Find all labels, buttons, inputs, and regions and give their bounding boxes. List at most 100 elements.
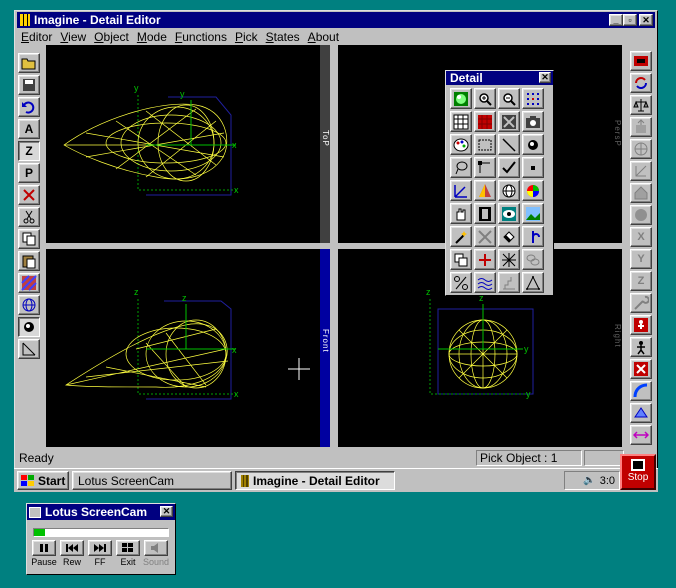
figure-red-button[interactable] [630, 315, 652, 335]
check-tool-button[interactable] [498, 157, 520, 178]
figure-button[interactable] [630, 337, 652, 357]
viewport-front-strip[interactable]: Front [320, 249, 330, 447]
viewport-persp-strip[interactable]: PersP [612, 45, 622, 243]
menu-pick[interactable]: Pick [231, 30, 262, 44]
color-wheel-tool-button[interactable] [522, 180, 544, 201]
dots-tool-button[interactable] [522, 88, 544, 109]
landscape-tool-button[interactable] [522, 203, 544, 224]
point-tool-button[interactable] [522, 157, 544, 178]
cone-tool-button[interactable] [474, 180, 496, 201]
arrows-button[interactable] [630, 425, 652, 445]
record-button[interactable] [630, 51, 652, 71]
shaded-sphere-tool-button[interactable] [450, 88, 472, 109]
pause-button[interactable]: Pause [31, 540, 57, 567]
eye-tool-button[interactable] [498, 203, 520, 224]
open-button[interactable] [18, 53, 40, 73]
grid-tool-button[interactable] [450, 111, 472, 132]
app-icon[interactable] [20, 14, 30, 26]
exit-button[interactable]: Exit [115, 540, 141, 567]
speaker-icon[interactable]: 🔈 [583, 475, 595, 486]
globe-tool-button[interactable] [498, 180, 520, 201]
chain-tool-button[interactable] [522, 249, 544, 270]
zoom-out-tool-button[interactable] [498, 88, 520, 109]
close-button[interactable]: ✕ [639, 14, 653, 26]
stop-button[interactable]: Stop [620, 454, 656, 490]
axis-tool-button[interactable] [450, 180, 472, 201]
menu-mode[interactable]: Mode [133, 30, 171, 44]
delete-button[interactable] [18, 185, 40, 205]
rewind-button[interactable]: Rew [59, 540, 85, 567]
percent-tool-button[interactable] [450, 272, 472, 293]
sphere-button[interactable] [18, 295, 40, 315]
detail-close-button[interactable]: ✕ [539, 72, 551, 83]
scale-button[interactable] [630, 95, 652, 115]
lasso-tool-button[interactable] [450, 157, 472, 178]
line-tool-button[interactable] [498, 134, 520, 155]
menu-states[interactable]: States [262, 30, 304, 44]
axis-z-button[interactable]: Z [630, 271, 652, 291]
task-screencam[interactable]: Lotus ScreenCam [72, 471, 232, 490]
fast-forward-button[interactable]: FF [87, 540, 113, 567]
mode-z-button[interactable]: Z [18, 141, 40, 161]
detail-title-bar[interactable]: Detail ✕ [446, 71, 553, 85]
curve-button[interactable] [630, 381, 652, 401]
fill-tool-button[interactable] [498, 226, 520, 247]
triangle-tool-button[interactable] [522, 272, 544, 293]
plane-button[interactable] [630, 403, 652, 423]
node-tool-button[interactable] [474, 157, 496, 178]
sphere-tool-button[interactable] [630, 139, 652, 159]
plus-tool-button[interactable] [474, 249, 496, 270]
wrench-button[interactable] [630, 293, 652, 313]
viewport-front[interactable]: z z x x [46, 249, 320, 447]
palette-tool-button[interactable] [450, 134, 472, 155]
menu-editor[interactable]: Editor [17, 30, 56, 44]
viewport-top[interactable]: y y x x [46, 45, 320, 243]
film-tool-button[interactable] [474, 203, 496, 224]
viewport-top-strip[interactable]: ToP [320, 45, 330, 243]
magic-tool-button[interactable] [450, 226, 472, 247]
menu-functions[interactable]: Functions [171, 30, 231, 44]
minimize-button[interactable]: _ [609, 14, 623, 26]
red-square-tool-button[interactable] [474, 111, 496, 132]
star-tool-button[interactable] [498, 249, 520, 270]
screencam-title-bar[interactable]: Lotus ScreenCam ✕ [27, 504, 175, 520]
menu-view[interactable]: View [56, 30, 90, 44]
rotate-button[interactable] [630, 73, 652, 93]
stairs-tool-button[interactable] [498, 272, 520, 293]
paste-button[interactable] [18, 251, 40, 271]
merge-tool-button[interactable] [522, 226, 544, 247]
move-button[interactable] [630, 117, 652, 137]
axis-y-button[interactable]: Y [630, 249, 652, 269]
start-button[interactable]: Start [17, 471, 69, 490]
menu-object[interactable]: Object [90, 30, 133, 44]
task-imagine[interactable]: Imagine - Detail Editor [235, 471, 395, 490]
menu-about[interactable]: About [304, 30, 343, 44]
select-box-tool-button[interactable] [474, 134, 496, 155]
axis-x-button[interactable]: X [630, 227, 652, 247]
circle-fill-tool-button[interactable] [522, 134, 544, 155]
x-red-button[interactable] [630, 359, 652, 379]
copy-button[interactable] [18, 229, 40, 249]
maximize-button[interactable]: ▫ [623, 14, 637, 26]
circle-button[interactable] [18, 317, 40, 337]
save-button[interactable] [18, 75, 40, 95]
texture-button[interactable] [18, 273, 40, 293]
undo-button[interactable] [18, 97, 40, 117]
tools-tool-button[interactable] [474, 226, 496, 247]
mode-a-button[interactable]: A [18, 119, 40, 139]
ball-button[interactable] [630, 205, 652, 225]
title-bar[interactable]: Imagine - Detail Editor _ ▫ ✕ [17, 12, 655, 28]
waves-tool-button[interactable] [474, 272, 496, 293]
viewport-right-strip[interactable]: Right [612, 249, 622, 447]
sound-button[interactable]: Sound [143, 540, 169, 567]
house-button[interactable] [630, 183, 652, 203]
screencam-close-button[interactable]: ✕ [160, 506, 173, 517]
copy-tool-button[interactable] [450, 249, 472, 270]
rotate-box-tool-button[interactable] [498, 111, 520, 132]
hand-tool-button[interactable] [450, 203, 472, 224]
transform-button[interactable] [18, 339, 40, 359]
edge-button[interactable] [630, 161, 652, 181]
mode-p-button[interactable]: P [18, 163, 40, 183]
camera-tool-button[interactable] [522, 111, 544, 132]
zoom-in-tool-button[interactable] [474, 88, 496, 109]
